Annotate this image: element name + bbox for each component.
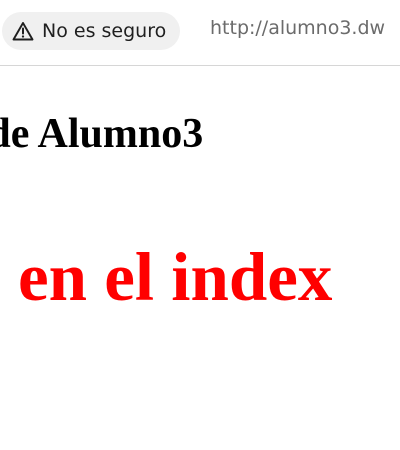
- page-highlight-text: en el index: [18, 239, 333, 315]
- browser-viewport: No es seguro http://alumno3.dw sde Alumn…: [0, 0, 400, 450]
- security-indicator-button[interactable]: No es seguro: [2, 12, 181, 50]
- security-label: No es seguro: [42, 20, 167, 42]
- url-field[interactable]: http://alumno3.dw: [210, 17, 385, 39]
- address-bar[interactable]: No es seguro http://alumno3.dw: [0, 0, 400, 66]
- warning-triangle-icon: [12, 22, 34, 41]
- page-heading: sde Alumno3: [0, 111, 204, 157]
